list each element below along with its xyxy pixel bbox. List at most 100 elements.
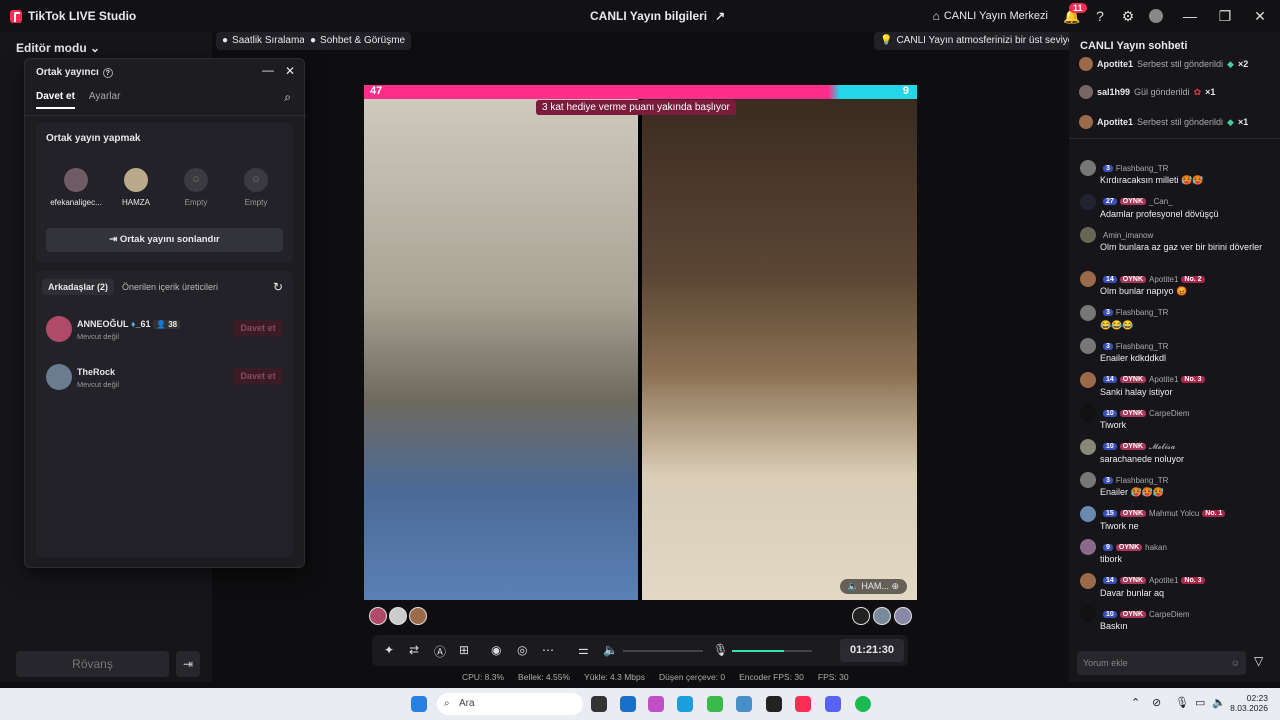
end-cohost-label: Ortak yayını sonlandır: [119, 234, 220, 245]
chat-username[interactable]: 𝓜𝓮𝓵𝓲𝓼𝓪: [1149, 442, 1175, 452]
rank-badge: No. 1: [1202, 510, 1226, 517]
chat-text: Davar bunlar aq: [1100, 587, 1165, 598]
cohost-section: Ortak yayın yapmak efekanaligec... HAMZA…: [36, 123, 293, 263]
live-video[interactable]: 47 9 3 kat hediye verme puanı yakında ba…: [364, 85, 917, 600]
emoji-icon[interactable]: ☺: [1231, 651, 1240, 675]
cohost-slot[interactable]: ☺ Empty: [166, 168, 226, 207]
chat-username[interactable]: hakan: [1145, 543, 1167, 552]
chat-username[interactable]: Amin_imanow: [1103, 231, 1153, 240]
avatar[interactable]: [894, 607, 912, 625]
chat-username[interactable]: Flashbang_TR: [1116, 342, 1168, 351]
clock-date: 8.03.2026: [1230, 703, 1268, 713]
edge-icon[interactable]: [677, 696, 693, 712]
ai-icon[interactable]: Ⓐ: [434, 643, 446, 660]
search-icon[interactable]: ⌕: [284, 90, 291, 105]
invite-button[interactable]: Davet et: [233, 320, 283, 337]
app-icon[interactable]: [736, 696, 752, 712]
upload-stat: Yükle: 4.3 Mbps: [584, 672, 645, 682]
tip-chip[interactable]: 💡 CANLI Yayın atmosferinizi bir üst seviy…: [874, 32, 1102, 50]
record-icon[interactable]: ◉: [491, 643, 501, 657]
discord-icon[interactable]: [825, 696, 841, 712]
info-icon[interactable]: ?: [102, 67, 113, 78]
mic-icon[interactable]: 🎙: [713, 643, 728, 657]
avatar[interactable]: [369, 607, 387, 625]
chat-meet-chip[interactable]: ● Sohbet & Görüşme: [304, 32, 412, 50]
tiktok-live-studio-icon[interactable]: [795, 696, 811, 712]
translate-icon[interactable]: ⇄: [409, 643, 419, 657]
avatar[interactable]: [873, 607, 891, 625]
spotify-icon[interactable]: [855, 696, 871, 712]
monitor-icon[interactable]: ▭: [1195, 696, 1205, 709]
avatar[interactable]: [409, 607, 427, 625]
avatar[interactable]: [389, 607, 407, 625]
tab-settings[interactable]: Ayarlar: [89, 91, 121, 109]
friend-status: Mevcut değil: [77, 380, 120, 389]
live-center-button[interactable]: CANLI Yayın Merkezi: [944, 10, 1048, 22]
maximize-icon[interactable]: ❐: [1210, 0, 1240, 32]
network-icon[interactable]: ⊘: [1152, 696, 1161, 709]
mixer-icon[interactable]: ⚌: [578, 643, 589, 657]
taskbar-search[interactable]: ⌕ Ara: [437, 693, 583, 715]
close-icon[interactable]: ✕: [285, 64, 295, 78]
filter-icon[interactable]: ▽: [1254, 654, 1263, 668]
tab-friends[interactable]: Arkadaşlar (2): [42, 279, 115, 295]
rank-badge: No. 3: [1181, 577, 1205, 584]
fan-badge: OYNK: [1119, 610, 1147, 618]
cohost-slot[interactable]: efekanaligec...: [46, 168, 106, 207]
friend-status: Mevcut değil: [77, 332, 120, 341]
dropped-frames-stat: Düşen çerçeve: 0: [658, 672, 726, 682]
refresh-icon[interactable]: ↻: [273, 280, 283, 294]
exit-icon[interactable]: ⇥: [176, 651, 200, 677]
minimize-icon[interactable]: —: [1170, 0, 1210, 32]
rematch-button[interactable]: Rövanş: [16, 651, 169, 677]
add-scene-icon[interactable]: ⊞: [459, 643, 469, 657]
cohost-label-pill[interactable]: 🔈 HAM... ⊕: [839, 579, 907, 594]
chat-username[interactable]: Mahmut Yolcu: [1149, 509, 1199, 518]
invite-button[interactable]: Davet et: [233, 368, 283, 385]
tab-invite[interactable]: Davet et: [36, 91, 75, 109]
chat-username[interactable]: Apotite1: [1149, 375, 1178, 384]
avatar[interactable]: [852, 607, 870, 625]
magic-wand-icon[interactable]: ✦: [384, 643, 394, 657]
chat-username[interactable]: Flashbang_TR: [1116, 476, 1168, 485]
tab-suggested[interactable]: Önerilen içerik üreticileri: [122, 282, 218, 292]
windows-start-icon[interactable]: [411, 696, 427, 712]
chevron-up-icon[interactable]: ⌃: [1131, 696, 1140, 709]
chat-text: sarachanede noluyor: [1100, 453, 1185, 464]
chat-username[interactable]: CarpeDiem: [1149, 610, 1189, 619]
live-info-title[interactable]: CANLI Yayın bilgileri ↗: [590, 9, 725, 23]
chat-username[interactable]: _Can_: [1149, 197, 1173, 206]
end-cohost-button[interactable]: ⇥ Ortak yayını sonlandır: [46, 228, 283, 252]
app-icon[interactable]: [766, 696, 782, 712]
gift-multiplier: ×1: [1205, 87, 1216, 97]
mic-icon[interactable]: 🎙: [1175, 696, 1189, 709]
help-icon[interactable]: ?: [1086, 0, 1114, 32]
more-icon[interactable]: ⋯: [542, 643, 554, 657]
cohost-slot[interactable]: ☺ Empty: [226, 168, 286, 207]
mic-slider[interactable]: [732, 650, 812, 652]
comment-input[interactable]: Yorum ekle ☺: [1077, 651, 1246, 675]
chat-username[interactable]: Apotite1: [1149, 275, 1178, 284]
chat-username[interactable]: Apotite1: [1149, 576, 1178, 585]
copilot-icon[interactable]: [648, 696, 664, 712]
editor-mode-dropdown[interactable]: Editör modu ⌄: [16, 41, 100, 55]
volume-slider[interactable]: [623, 650, 703, 652]
chat-username[interactable]: Flashbang_TR: [1116, 308, 1168, 317]
minimize-icon[interactable]: —: [262, 63, 274, 77]
close-icon[interactable]: ✕: [1240, 0, 1280, 32]
hourly-rank-chip[interactable]: ● Saatlik Sıralama: [216, 32, 311, 50]
outlook-icon[interactable]: [620, 696, 636, 712]
camera-icon[interactable]: ◎: [517, 643, 527, 657]
volume-icon[interactable]: 🔈: [1212, 696, 1226, 709]
chat-username[interactable]: CarpeDiem: [1149, 409, 1189, 418]
cohost-slot[interactable]: HAMZA: [106, 168, 166, 207]
level-badge: 9: [1103, 543, 1113, 551]
task-view-icon[interactable]: [591, 696, 607, 712]
gear-icon[interactable]: ⚙: [1114, 0, 1142, 32]
avatar[interactable]: [1142, 0, 1170, 32]
clock[interactable]: 02:23 8.03.2026: [1230, 693, 1268, 713]
chrome-icon[interactable]: [707, 696, 723, 712]
cohost-name: HAM...: [861, 581, 889, 591]
speaker-icon[interactable]: 🔈: [603, 643, 618, 657]
chat-username[interactable]: Flashbang_TR: [1116, 164, 1168, 173]
